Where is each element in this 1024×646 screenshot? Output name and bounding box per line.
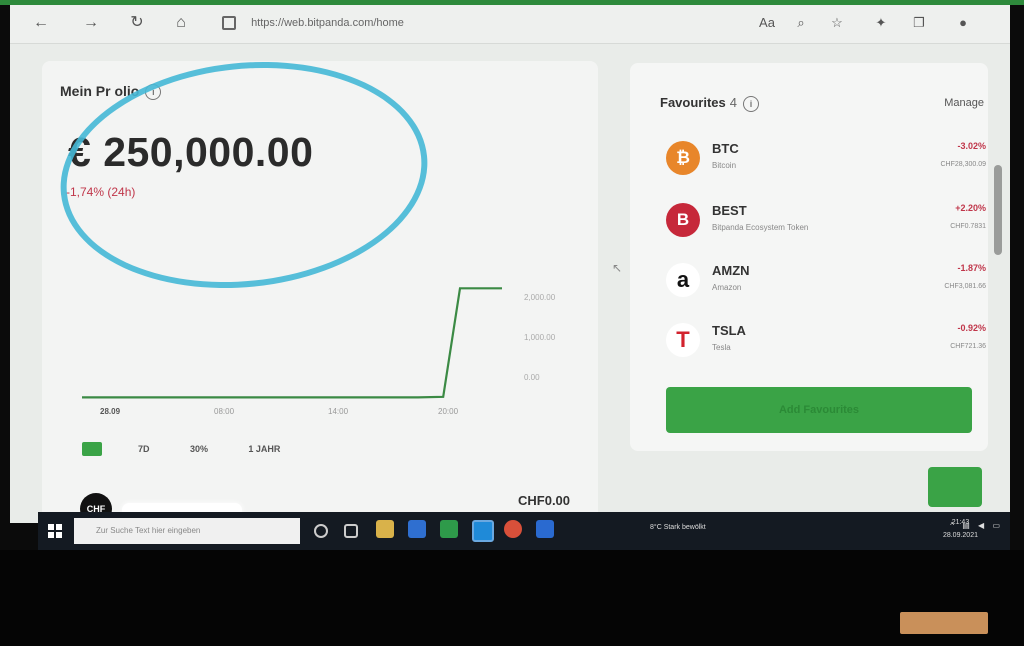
taskbar-search-input[interactable]: Zur Suche Text hier eingeben — [74, 518, 300, 544]
clock-time: 21:43 — [951, 519, 970, 526]
favourite-item-tsla[interactable]: T TSLA Tesla -0.92% CHF721.36 — [666, 321, 986, 367]
coin-symbol: AMZN — [712, 263, 750, 278]
favourites-title-text: Favourites — [660, 95, 726, 110]
period-1y[interactable]: 1 JAHR — [244, 442, 284, 456]
y-tick-label: 1,000.00 — [524, 333, 556, 342]
forward-icon[interactable]: → — [80, 12, 102, 34]
cursor-icon: ↖ — [612, 261, 623, 275]
coin-symbol: BEST — [712, 203, 747, 218]
zoom-icon[interactable]: ⌕ — [792, 15, 810, 31]
monitor-bezel — [0, 550, 1024, 646]
x-tick-label: 20:00 — [438, 407, 459, 416]
favourites-title: Favourites 4 i — [660, 95, 759, 112]
cortana-icon[interactable] — [314, 524, 328, 538]
period-selector: 1D 7D 30% 1 JAHR — [82, 439, 312, 457]
x-tick-label: 28.09 — [100, 407, 121, 416]
store-icon[interactable] — [440, 520, 458, 538]
portfolio-chart — [82, 287, 502, 399]
x-tick-label: 14:00 — [328, 407, 349, 416]
period-1d[interactable]: 1D — [82, 442, 102, 456]
coin-symbol: TSLA — [712, 323, 746, 338]
x-tick-label: 08:00 — [214, 407, 235, 416]
mail-icon[interactable] — [408, 520, 426, 538]
windows-start-icon[interactable] — [48, 524, 62, 538]
coin-price: CHF721.36 — [950, 343, 986, 350]
favourites-count: 4 — [729, 95, 737, 110]
volume-icon[interactable]: ◀ — [978, 521, 984, 530]
amazon-icon: a — [666, 263, 700, 297]
app-icon[interactable] — [504, 520, 522, 538]
weather-widget[interactable]: 8°C Stark bewölkt — [650, 524, 706, 531]
clock-date: 28.09.2021 — [942, 532, 978, 539]
taskbar-clock[interactable]: 21:43 28.09.2021 — [943, 516, 978, 542]
info-icon[interactable]: i — [742, 95, 759, 112]
lock-icon — [222, 16, 236, 31]
edge-browser-icon[interactable] — [472, 520, 494, 542]
coin-name: Bitcoin — [712, 161, 737, 170]
collections-icon[interactable]: ❐ — [910, 15, 928, 31]
file-explorer-icon[interactable] — [376, 520, 394, 538]
reader-mode-icon[interactable]: Aa — [758, 15, 776, 30]
favourite-item-best[interactable]: B BEST Bitpanda Ecosystem Token +2.20% C… — [666, 201, 986, 247]
coin-symbol: BTC — [712, 141, 739, 156]
scrollbar-thumb[interactable] — [994, 165, 1002, 255]
keyboard-sticker — [900, 612, 988, 634]
favorites-star-icon[interactable]: ☆ — [828, 15, 846, 31]
best-token-icon: B — [666, 203, 700, 237]
favourites-card: Favourites 4 i Manage ₿ BTC Bitcoin -3.02%… — [630, 63, 988, 451]
windows-taskbar: Zur Suche Text hier eingeben 8°C Stark b… — [38, 512, 1010, 550]
profile-icon[interactable]: ● — [954, 15, 972, 30]
refresh-icon[interactable]: ↻ — [126, 12, 148, 34]
browser-screen: ← → ↻ ⌂ https://web.bitpanda.com/home Aa… — [10, 5, 1010, 523]
manage-link[interactable]: Manage — [944, 97, 984, 109]
back-icon[interactable]: ← — [30, 12, 52, 34]
url-text: https://web.bitpanda.com/home — [251, 17, 404, 29]
coin-name: Bitpanda Ecosystem Token — [712, 223, 809, 232]
coin-name: Amazon — [712, 283, 742, 292]
coin-price: CHF0.7831 — [950, 223, 986, 230]
bitcoin-icon: ₿ — [666, 141, 700, 175]
green-action-button[interactable] — [928, 467, 982, 507]
y-tick-label: 0.00 — [524, 373, 540, 382]
coin-change: -1.87% — [957, 263, 986, 273]
coin-change: -3.02% — [957, 141, 986, 151]
portfolio-card: Mein Pr olio i € 250,000.00 -1,74% (24h) … — [42, 44, 598, 523]
period-30d[interactable]: 30% — [186, 442, 212, 456]
coin-change: -0.92% — [957, 323, 986, 333]
chart-series-line — [82, 287, 502, 399]
home-icon[interactable]: ⌂ — [170, 12, 192, 34]
extensions-icon[interactable]: ✦ — [872, 15, 890, 31]
y-tick-label: 2,000.00 — [524, 293, 556, 302]
period-7d[interactable]: 7D — [134, 442, 154, 456]
coin-name: Tesla — [712, 343, 731, 352]
favourite-item-amzn[interactable]: a AMZN Amazon -1.87% CHF3,081.66 — [666, 261, 986, 307]
add-favourites-button[interactable]: Add Favourites — [666, 387, 972, 433]
tesla-icon: T — [666, 323, 700, 357]
favourite-item-btc[interactable]: ₿ BTC Bitcoin -3.02% CHF28,300.09 — [666, 139, 986, 185]
account-balance: CHF0.00 — [518, 493, 571, 508]
notification-icon[interactable]: ▭ — [992, 521, 1000, 530]
browser-toolbar: ← → ↻ ⌂ https://web.bitpanda.com/home Aa… — [10, 5, 1010, 44]
coin-price: CHF3,081.66 — [944, 283, 986, 290]
address-bar[interactable]: https://web.bitpanda.com/home — [222, 11, 822, 35]
coin-change: +2.20% — [955, 203, 986, 213]
coin-price: CHF28,300.09 — [940, 161, 986, 168]
app-icon[interactable] — [536, 520, 554, 538]
task-view-icon[interactable] — [344, 524, 358, 538]
